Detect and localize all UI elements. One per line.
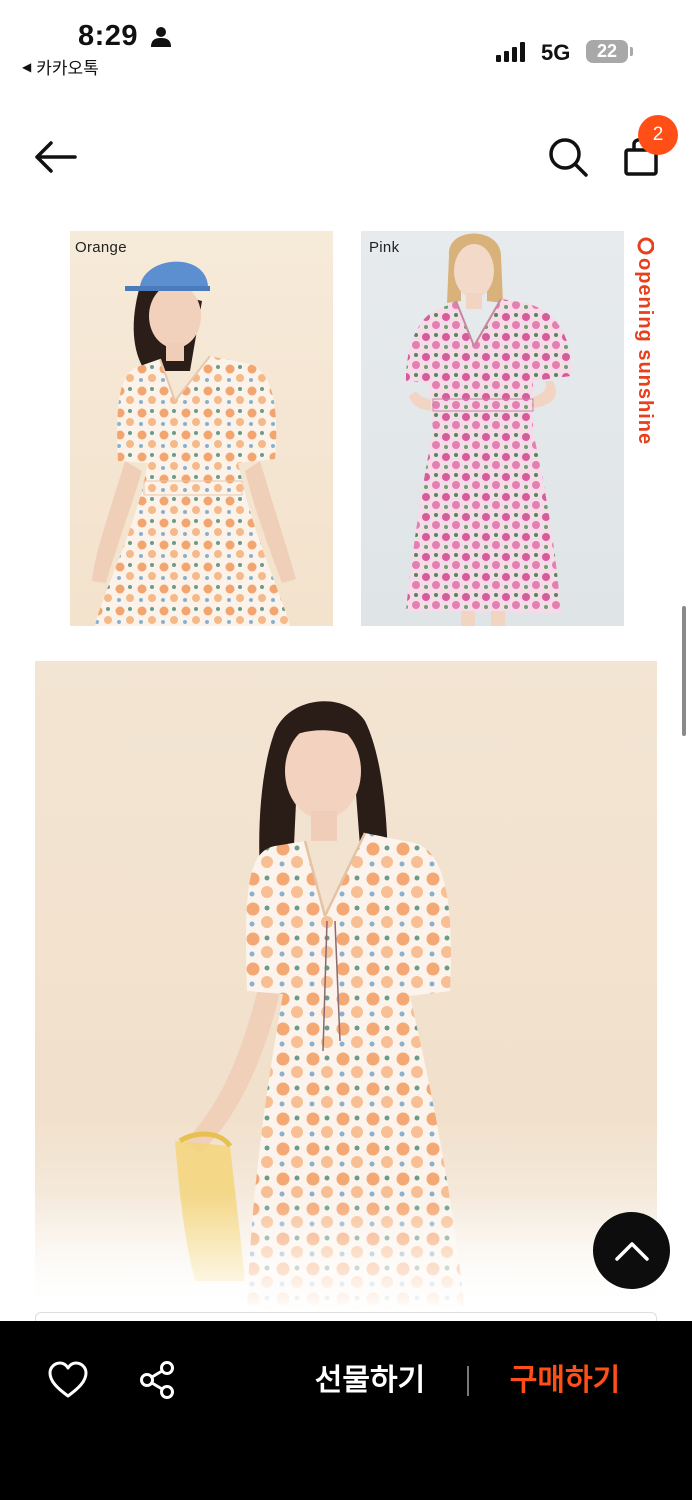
back-triangle-icon: ◀ [22, 59, 32, 74]
scroll-top-button[interactable] [593, 1212, 670, 1289]
search-icon[interactable] [545, 134, 591, 180]
bottom-action-bar [0, 1321, 692, 1500]
battery-tip [630, 47, 633, 56]
signal-icon [496, 41, 525, 62]
gift-button[interactable]: 선물하기 [300, 1358, 440, 1404]
color-label-orange: Orange [75, 239, 127, 256]
share-icon[interactable] [138, 1360, 178, 1400]
brand-tag-text: opening sunshine [634, 258, 654, 445]
chevron-up-icon [614, 1241, 649, 1261]
product-image-pink[interactable]: Pink [361, 231, 624, 626]
back-app-label: 카카오톡 [36, 59, 99, 78]
person-icon [151, 27, 171, 47]
battery-icon: 22 [586, 40, 628, 63]
model-illustration-pink [406, 233, 572, 626]
back-to-app-link[interactable]: ◀ 카카오톡 [22, 54, 99, 79]
model-illustration-main [35, 661, 657, 1311]
scrollbar[interactable] [682, 606, 686, 736]
cart-count-badge: 2 [638, 115, 678, 155]
product-main-image[interactable] [35, 661, 657, 1311]
buy-button[interactable]: 구매하기 [495, 1358, 635, 1404]
action-divider [467, 1366, 469, 1396]
product-image-orange[interactable]: Orange [70, 231, 333, 626]
status-time: 8:29 [78, 20, 139, 52]
heart-icon[interactable] [47, 1360, 89, 1400]
brand-logo-opening-sunshine: opening sunshine [634, 237, 654, 445]
battery-level: 22 [596, 41, 618, 61]
color-label-pink: Pink [369, 239, 400, 256]
network-label: 5G [541, 40, 571, 65]
model-illustration-orange [92, 261, 296, 626]
back-arrow-icon[interactable] [33, 135, 79, 179]
status-bar: 8:29 ◀ 카카오톡 5G 22 [0, 0, 692, 90]
